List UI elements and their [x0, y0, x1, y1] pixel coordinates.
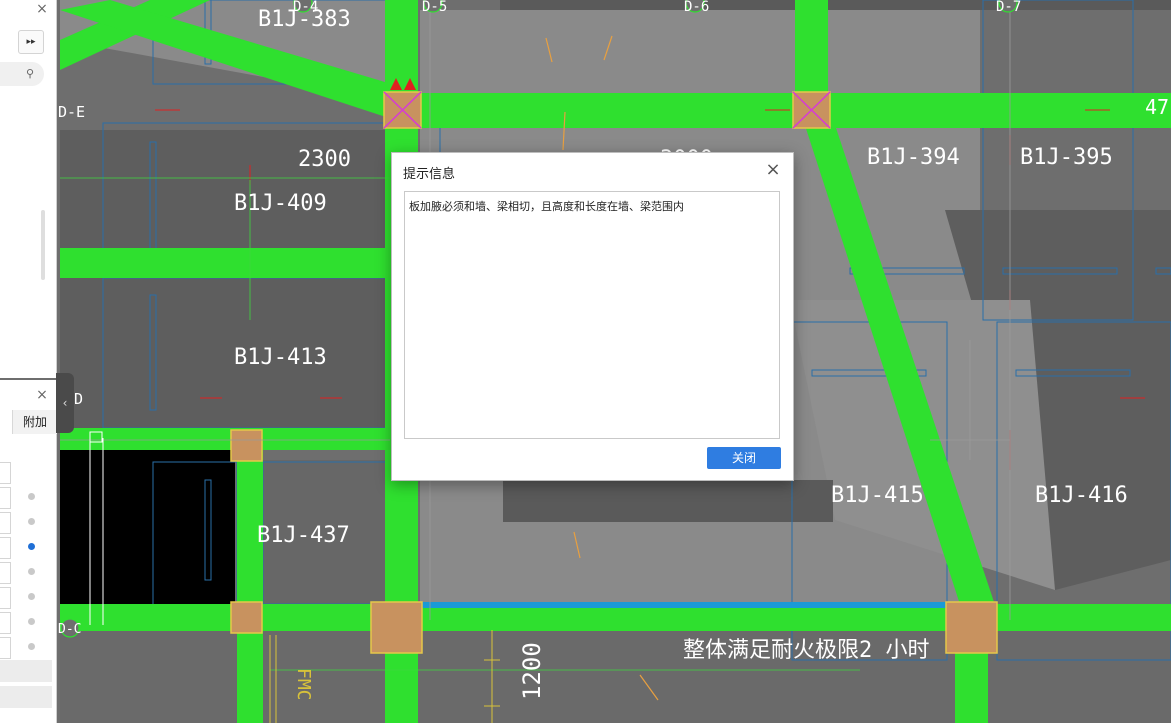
slab-label: B1J-395: [1020, 145, 1113, 170]
list-item[interactable]: [0, 635, 56, 659]
row-cell: [0, 462, 11, 484]
list-item[interactable]: [0, 585, 56, 609]
panel-close-button[interactable]: ×: [34, 0, 50, 18]
slab-label: B1J-416: [1035, 483, 1128, 508]
dialog-title: 提示信息: [403, 167, 456, 182]
panel-close-button[interactable]: ×: [34, 386, 50, 404]
message-dialog: 提示信息 × 板加腋必须和墙、梁相切，且高度和长度在墙、梁范围内 关闭: [391, 152, 794, 481]
radio-button[interactable]: [28, 643, 35, 650]
radio-button[interactable]: [28, 618, 35, 625]
fire-rating-note: 整体满足耐火极限2 小时: [683, 638, 930, 663]
panel-footer-bar: [0, 686, 52, 708]
row-cell: [0, 487, 11, 509]
radio-button[interactable]: [28, 568, 35, 575]
row-cell: [0, 512, 11, 534]
radio-button[interactable]: [28, 543, 35, 550]
list-item[interactable]: [0, 460, 56, 484]
panel-footer-bar: [0, 660, 52, 682]
dimension-label: 2300: [298, 147, 351, 172]
dialog-close-icon[interactable]: ×: [763, 159, 783, 181]
axis-label: D-C: [58, 622, 81, 637]
door-code: FMC: [293, 668, 314, 701]
left-panel-top: × ▸▸ ⚲: [0, 0, 57, 378]
row-cell: [0, 537, 11, 559]
axis-label: D-6: [684, 0, 709, 15]
list-item[interactable]: [0, 510, 56, 534]
list-item[interactable]: [0, 560, 56, 584]
radio-button[interactable]: [28, 518, 35, 525]
slab-label: B1J-413: [234, 345, 327, 370]
axis-label: D-5: [422, 0, 447, 15]
left-panel-bottom: × 附加: [0, 380, 57, 723]
row-cell: [0, 587, 11, 609]
list-item[interactable]: [0, 535, 56, 559]
search-icon: ⚲: [25, 67, 34, 80]
axis-label: D-4: [293, 0, 318, 15]
dialog-close-button[interactable]: 关闭: [707, 447, 781, 469]
slab-label: B1J-394: [867, 145, 960, 170]
axis-label: D-E: [58, 103, 85, 121]
radio-button[interactable]: [28, 593, 35, 600]
row-cell: [0, 562, 11, 584]
panel-collapse-toggle[interactable]: ‹: [56, 373, 74, 433]
tab-attach[interactable]: 附加: [12, 410, 57, 434]
row-cell: [0, 637, 11, 659]
slab-label: B1J-415: [831, 483, 924, 508]
scrollbar-thumb[interactable]: [41, 210, 45, 280]
list-item[interactable]: [0, 485, 56, 509]
dialog-message: 板加腋必须和墙、梁相切，且高度和长度在墙、梁范围内: [404, 191, 780, 439]
radio-button[interactable]: [28, 493, 35, 500]
slab-label: B1J-437: [257, 523, 350, 548]
more-button[interactable]: ▸▸: [18, 30, 44, 54]
dimension-label: 1200: [518, 642, 546, 700]
row-cell: [0, 612, 11, 634]
dimension-label: 47: [1145, 95, 1169, 119]
list-item[interactable]: [0, 610, 56, 634]
axis-label: D: [74, 390, 83, 408]
axis-label: D-7: [996, 0, 1021, 15]
slab-label: B1J-409: [234, 191, 327, 216]
search-input[interactable]: ⚲: [0, 62, 44, 86]
